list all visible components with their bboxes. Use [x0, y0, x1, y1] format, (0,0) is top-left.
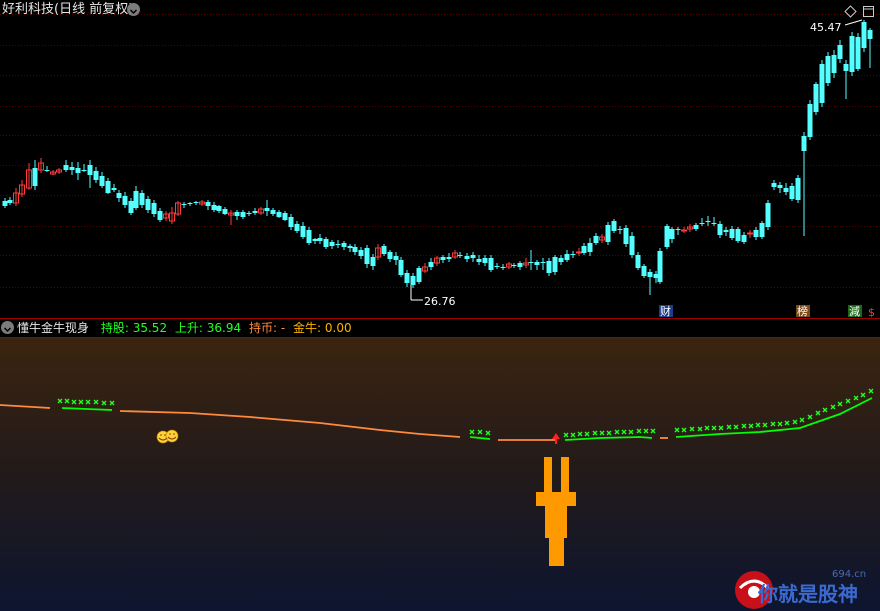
- gold-value: 0.00: [324, 321, 352, 335]
- hold-value: 35.52: [132, 321, 168, 335]
- svg-text:榜: 榜: [797, 304, 808, 318]
- watermark-site: 694.cn: [832, 569, 867, 580]
- price-high-label: 45.47: [810, 21, 842, 34]
- smiley-icon: [156, 429, 179, 444]
- chevron-down-icon[interactable]: [127, 3, 140, 16]
- svg-text:減: 減: [849, 304, 860, 318]
- marker-jian[interactable]: 減: [848, 304, 862, 318]
- marker-bang[interactable]: 榜: [796, 304, 810, 318]
- indicator-legend: 懂牛金牛现身 持股: 35.52 上升: 36.94 持币: - 金牛: 0.0…: [17, 321, 352, 335]
- svg-text:财: 财: [660, 304, 671, 318]
- coin-label: 持币:: [248, 321, 278, 335]
- stock-chart[interactable]: 45.47 26.76 财 榜 減 $: [0, 0, 880, 611]
- indicator-chevron-down-icon[interactable]: [1, 321, 14, 334]
- chart-title: 好利科技(日线 前复权): [2, 2, 134, 17]
- gold-label: 金牛:: [293, 321, 322, 335]
- svg-text:$: $: [868, 306, 875, 319]
- window-icon[interactable]: [862, 3, 875, 17]
- diamond-icon[interactable]: [844, 3, 857, 18]
- marker-cai[interactable]: 财: [659, 304, 673, 318]
- price-low-label: 26.76: [424, 295, 456, 308]
- watermark-brand: 你就是股神: [758, 582, 858, 606]
- coin-value: -: [280, 321, 286, 335]
- rise-label: 上升:: [174, 321, 203, 335]
- watermark: 694.cn 你就是股神: [730, 566, 880, 611]
- rise-value: 36.94: [206, 321, 242, 335]
- indicator-name: 懂牛金牛现身: [17, 321, 90, 335]
- marker-dollar[interactable]: $: [868, 306, 875, 319]
- hold-label: 持股:: [100, 321, 129, 335]
